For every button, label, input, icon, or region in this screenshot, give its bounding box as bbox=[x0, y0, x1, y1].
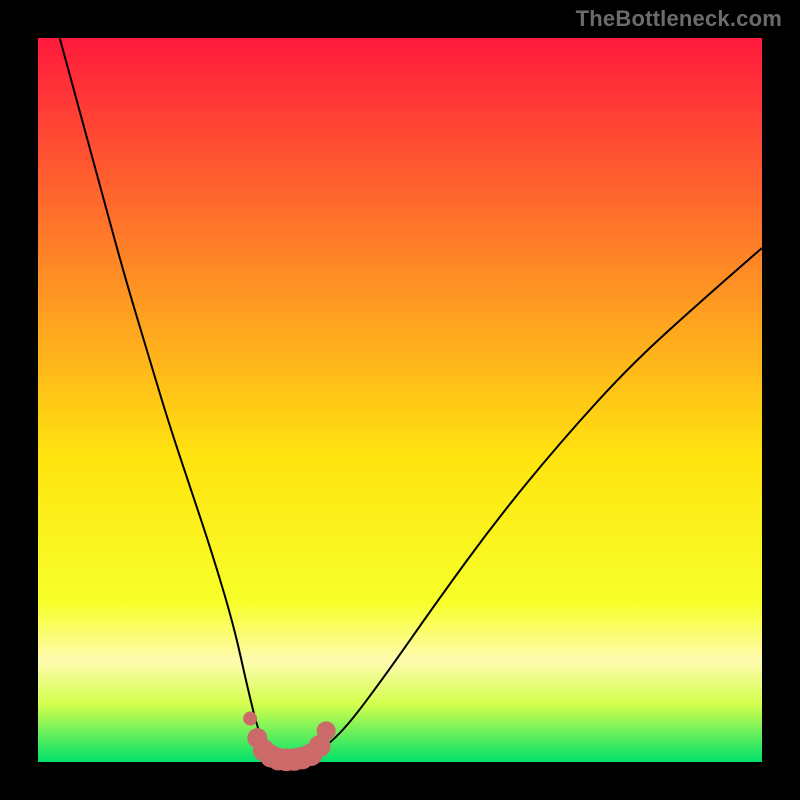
highlight-marker bbox=[317, 722, 335, 740]
bottleneck-chart bbox=[0, 0, 800, 800]
chart-root: TheBottleneck.com bbox=[0, 0, 800, 800]
highlight-marker bbox=[244, 712, 257, 725]
watermark-text: TheBottleneck.com bbox=[576, 6, 782, 32]
